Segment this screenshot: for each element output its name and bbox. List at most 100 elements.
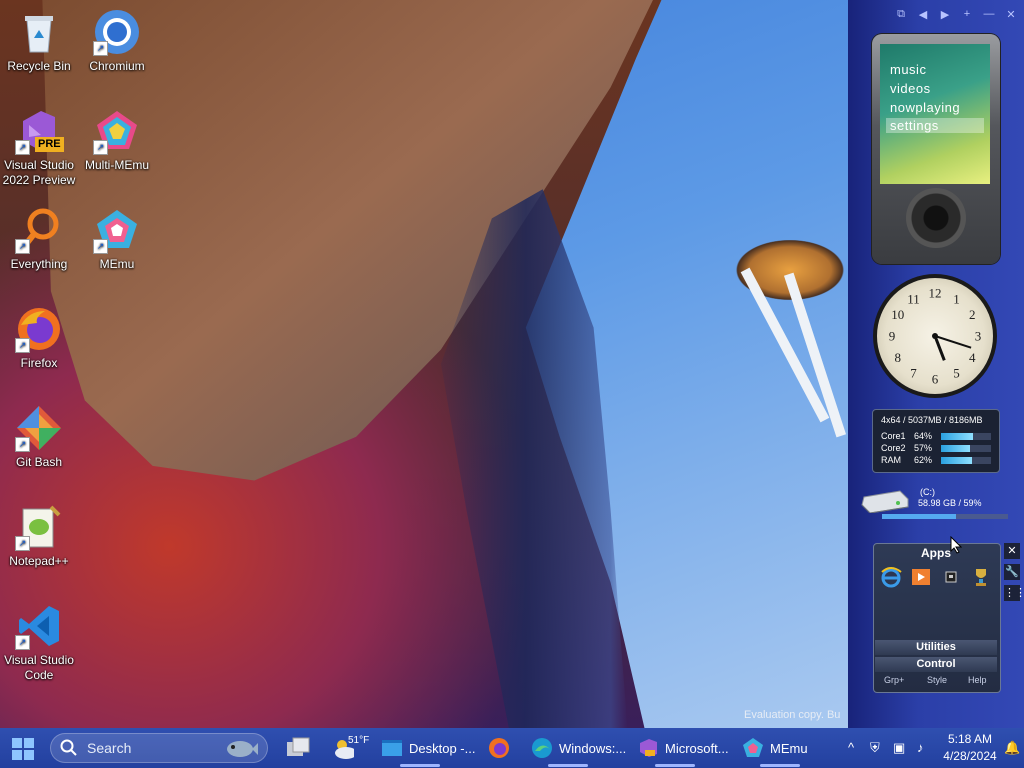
apps-help-button[interactable]: Help (968, 675, 987, 685)
tray-security-icon[interactable]: ⛨ (870, 740, 880, 756)
gadget-options-wrench-icon[interactable]: 🔧 (1004, 564, 1020, 580)
analog-clock: 1 2 3 4 5 6 7 8 9 10 11 12 (873, 274, 997, 398)
taskbar-active-indicator (548, 764, 588, 767)
notification-bell-icon[interactable]: 🔔 (1004, 740, 1020, 756)
clock-numeral: 2 (969, 307, 976, 322)
apps-group-add-button[interactable]: Grp+ (884, 675, 904, 685)
drive-usage-bar (882, 514, 1008, 519)
clock-numeral: 9 (889, 329, 896, 344)
gadget-close-icon[interactable]: ✕ (1004, 543, 1020, 559)
trophy-app-icon[interactable] (970, 566, 992, 588)
shortcut-arrow-icon: ↗ (15, 140, 30, 155)
tray-clock-date[interactable]: 4/28/2024 (930, 749, 1010, 763)
zune-menu-settings[interactable]: settings (886, 118, 984, 133)
multi-memu-icon: ↗ (93, 107, 141, 155)
desktop-icon-git-bash[interactable]: ↗ Git Bash (0, 404, 78, 470)
sidebar-next-icon[interactable]: ▶ (938, 8, 952, 21)
clock-numeral: 4 (969, 350, 976, 365)
visual-studio-preview-icon: PRE ↗ (15, 107, 64, 155)
taskbar-item-label: Microsoft... (665, 740, 729, 756)
sidebar-add-icon[interactable]: + (960, 8, 974, 21)
desktop-icon-visual-studio-code[interactable]: ↗ Visual Studio Code (0, 602, 78, 683)
media-player-icon[interactable] (910, 566, 932, 588)
cpu-meter-gadget: 4x64 / 5037MB / 8186MB Core1 64% Core2 5… (872, 409, 1000, 473)
taskbar-item-desktop[interactable]: Desktop -... (381, 733, 475, 763)
desktop-icon-memu[interactable]: ↗ MEmu (78, 206, 156, 272)
task-view-icon[interactable] (285, 736, 311, 765)
firefox-icon: ↗ (15, 305, 63, 353)
mouse-cursor-icon (950, 535, 963, 559)
everything-search-icon: ↗ (15, 206, 63, 254)
desktop-icon-label: Recycle Bin (7, 59, 71, 73)
gadget-drag-grip-icon[interactable]: ⋮⋮ (1004, 585, 1024, 601)
shortcut-arrow-icon: ↗ (93, 41, 108, 56)
search-placeholder: Search (87, 740, 132, 756)
taskbar-weather-widget[interactable]: 51°F (332, 733, 369, 763)
taskbar-item-visual-studio[interactable]: Microsoft... (637, 733, 729, 763)
apps-group-control[interactable]: Control (875, 657, 997, 672)
cpu-core1-row: Core1 64% (881, 431, 993, 442)
desktop-icon-label: Firefox (20, 356, 58, 370)
preview-badge: PRE (35, 137, 64, 152)
firefox-icon (489, 738, 509, 758)
sidebar-close-icon[interactable]: ✕ (1004, 8, 1018, 21)
clock-numeral: 3 (975, 329, 982, 344)
shortcut-arrow-icon: ↗ (15, 635, 30, 650)
desktop-icon-label: Notepad++ (9, 554, 69, 568)
desktop-icon-multi-memu[interactable]: ↗ Multi-MEmu (78, 107, 156, 173)
zune-menu-videos[interactable]: videos (890, 81, 931, 96)
desktop-icon-visual-studio-2022-preview[interactable]: PRE ↗ Visual Studio 2022 Preview (0, 107, 78, 188)
apps-style-button[interactable]: Style (927, 675, 947, 685)
shortcut-arrow-icon: ↗ (15, 437, 30, 452)
cpu-core2-row: Core2 57% (881, 443, 993, 454)
tray-clock-time[interactable]: 5:18 AM (930, 732, 1010, 746)
ram-row: RAM 62% (881, 455, 993, 466)
tray-network-icon[interactable]: ▣ (893, 740, 905, 756)
clock-hour-hand (933, 335, 946, 361)
start-button[interactable] (10, 736, 36, 762)
taskbar-item-label: Windows:... (559, 740, 627, 756)
terminal-app-icon[interactable] (940, 566, 962, 588)
sidebar-prev-icon[interactable]: ◀ (916, 8, 930, 21)
desktop-icon-everything[interactable]: ↗ Everything (0, 206, 78, 272)
zune-menu-nowplaying[interactable]: nowplaying (890, 100, 960, 115)
clock-numeral: 12 (929, 286, 942, 301)
shortcut-arrow-icon: ↗ (15, 338, 30, 353)
drive-usage: 58.98 GB / 59% (918, 498, 982, 508)
taskbar-item-memu[interactable]: MEmu (742, 733, 808, 763)
clock-face: 1234567891011 12 (889, 286, 982, 387)
internet-explorer-icon[interactable] (880, 566, 902, 588)
apps-group-utilities[interactable]: Utilities (875, 640, 997, 655)
search-highlight-fish-icon (222, 735, 258, 766)
desktop-icon-chromium[interactable]: ↗ Chromium (78, 8, 156, 74)
weather-temperature: 51°F (348, 734, 370, 746)
desktop-icon-label: Git Bash (15, 455, 63, 469)
windows-logo-icon (12, 738, 34, 760)
taskbar-active-indicator (655, 764, 695, 767)
desktop-icon-label: Everything (10, 257, 68, 271)
sidebar-restore-icon[interactable]: ⧉ (894, 8, 908, 21)
desktop-icon-recycle-bin[interactable]: Recycle Bin (0, 8, 78, 74)
taskbar-active-indicator (400, 764, 440, 767)
desktop-icon-label: Visual Studio Code (4, 653, 74, 682)
chromium-icon: ↗ (93, 8, 141, 56)
clock-numeral: 7 (910, 366, 917, 381)
sidebar-minimize-icon[interactable]: — (982, 8, 996, 21)
ram-bar (941, 457, 972, 464)
shortcut-arrow-icon: ↗ (15, 239, 30, 254)
edge-icon (532, 738, 552, 758)
taskbar-item-windows-edge[interactable]: Windows:... (531, 733, 626, 763)
tray-overflow-chevron-icon[interactable]: ^ (848, 740, 854, 755)
notepad-plus-plus-icon: ↗ (15, 503, 63, 551)
taskbar-firefox[interactable] (488, 733, 516, 763)
zune-menu-music[interactable]: music (890, 62, 926, 77)
desktop-icon-notepad-plus-plus[interactable]: ↗ Notepad++ (0, 503, 78, 569)
cpu-meter-header: 4x64 / 5037MB / 8186MB (881, 415, 983, 425)
tray-volume-muted-icon[interactable]: ♪ (917, 740, 924, 755)
taskbar-item-label: Desktop -... (409, 740, 476, 756)
zune-wheel-icon[interactable] (906, 188, 966, 248)
clock-numeral: 10 (891, 307, 904, 322)
desktop-icon-firefox[interactable]: ↗ Firefox (0, 305, 78, 371)
apps-title[interactable]: Apps (873, 546, 999, 560)
cpu-core2-bar (941, 445, 970, 452)
